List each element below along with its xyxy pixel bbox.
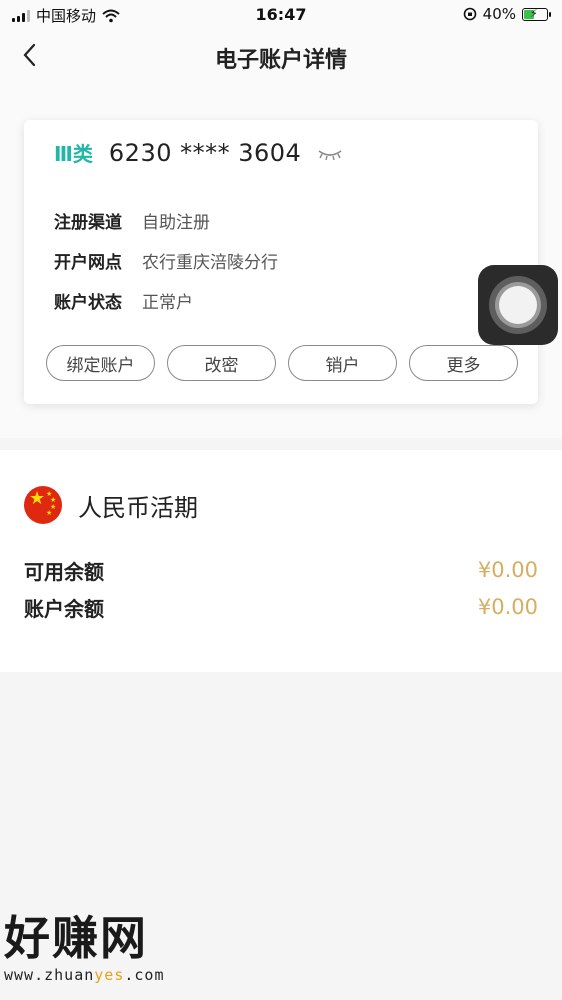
info-value: 自助注册: [142, 212, 210, 233]
info-row-branch: 开户网点 农行重庆涪陵分行: [54, 240, 278, 280]
info-value: 农行重庆涪陵分行: [142, 252, 278, 273]
account-actions: 绑定账户 改密 销户 更多: [46, 345, 518, 381]
account-number-row: Ⅲ类 6230 **** 3604: [54, 138, 343, 167]
available-balance-row: 可用余额 ¥0.00: [24, 552, 538, 588]
available-balance-value: ¥0.00: [477, 558, 538, 582]
watermark: 好赚网 www.zhuanyes.com: [4, 912, 165, 984]
watermark-title: 好赚网: [4, 911, 148, 965]
assistive-touch-button[interactable]: [478, 265, 558, 345]
watermark-url-pre: www.zhuan: [4, 966, 95, 984]
account-balance-row: 账户余额 ¥0.00: [24, 589, 538, 625]
info-row-channel: 注册渠道 自助注册: [54, 200, 278, 240]
close-account-button[interactable]: 销户: [288, 345, 397, 381]
info-label: 账户状态: [54, 292, 122, 313]
status-right: 40% ⚡: [463, 5, 551, 23]
orientation-lock-icon: [463, 7, 476, 21]
currency-header: ★ ★ ★ ★ ★ 人民币活期: [24, 486, 198, 524]
nav-bar: 电子账户详情: [0, 30, 562, 86]
bind-account-button[interactable]: 绑定账户: [46, 345, 155, 381]
battery-icon: ⚡: [522, 7, 551, 21]
account-card: Ⅲ类 6230 **** 3604 注册渠道 自助注册 开户网点 农行重庆涪陵分…: [24, 120, 538, 404]
watermark-url-post: .com: [124, 966, 165, 984]
status-bar: 中国移动 16:47 40% ⚡: [0, 0, 562, 30]
currency-name: 人民币活期: [78, 493, 198, 522]
china-flag-icon: ★ ★ ★ ★ ★: [24, 486, 62, 524]
account-info: 注册渠道 自助注册 开户网点 农行重庆涪陵分行 账户状态 正常户: [54, 200, 278, 320]
info-row-status: 账户状态 正常户: [54, 280, 278, 320]
info-label: 注册渠道: [54, 212, 122, 233]
page-title: 电子账户详情: [214, 48, 347, 73]
account-balance-value: ¥0.00: [477, 595, 538, 619]
watermark-url-highlight: yes: [94, 966, 125, 984]
account-type-badge: Ⅲ类: [54, 142, 93, 166]
account-number: 6230 **** 3604: [108, 138, 302, 167]
currency-section: ★ ★ ★ ★ ★ 人民币活期 可用余额 ¥0.00 账户余额 ¥0.00: [0, 450, 562, 672]
info-value: 正常户: [142, 292, 193, 313]
watermark-url: www.zhuanyes.com: [4, 966, 165, 984]
info-label: 开户网点: [54, 252, 122, 273]
change-password-button[interactable]: 改密: [167, 345, 276, 381]
eye-closed-icon[interactable]: [317, 148, 343, 162]
more-button[interactable]: 更多: [409, 345, 518, 381]
account-balance-label: 账户余额: [24, 596, 104, 621]
available-balance-label: 可用余额: [24, 559, 104, 584]
battery-percent: 40%: [482, 5, 516, 23]
